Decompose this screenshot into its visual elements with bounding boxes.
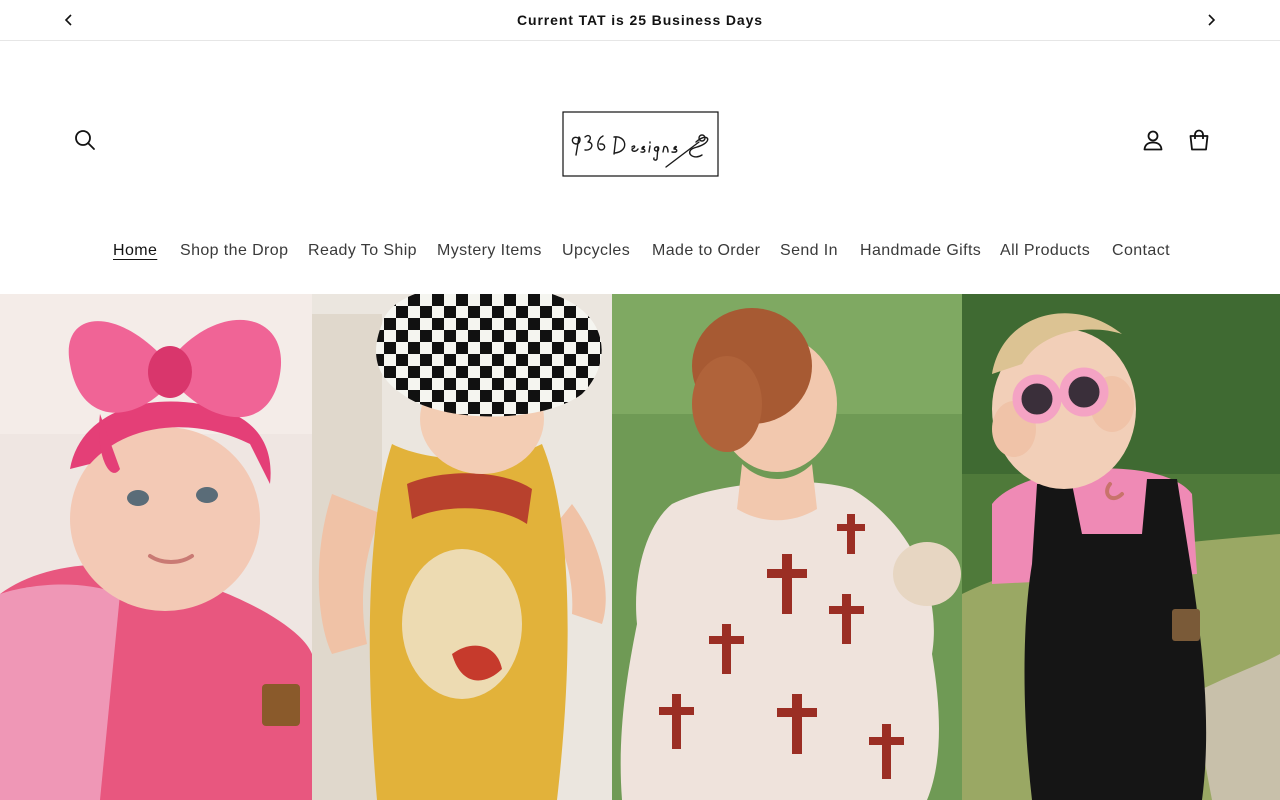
nav-item-mystery-items[interactable]: Mystery Items xyxy=(437,238,542,264)
nav-item-contact[interactable]: Contact xyxy=(1112,238,1170,264)
site-logo[interactable] xyxy=(562,111,719,177)
search-button[interactable] xyxy=(68,123,102,157)
cart-icon xyxy=(1189,129,1209,151)
search-icon xyxy=(75,130,95,150)
nav-item-home[interactable]: Home xyxy=(113,238,157,264)
logo-image xyxy=(562,111,719,177)
account-icon xyxy=(1143,130,1163,151)
nav-item-made-to-order[interactable]: Made to Order xyxy=(652,238,760,264)
announcement-bar: Current TAT is 25 Business Days xyxy=(0,0,1280,41)
site-header: Home Shop the Drop Ready To Ship Mystery… xyxy=(0,41,1280,294)
baby-in-pink-bow-photo xyxy=(0,294,312,800)
toddler-in-overalls-and-pink-glasses-photo xyxy=(962,294,1280,800)
main-navigation: Home Shop the Drop Ready To Ship Mystery… xyxy=(0,238,1280,264)
cart-button[interactable] xyxy=(1182,123,1216,157)
hero-image-banner xyxy=(0,294,1280,800)
nav-item-send-in[interactable]: Send In xyxy=(780,238,838,264)
nav-item-shop-the-drop[interactable]: Shop the Drop xyxy=(180,238,288,264)
nav-item-ready-to-ship[interactable]: Ready To Ship xyxy=(308,238,417,264)
announcement-next-button[interactable] xyxy=(1199,8,1223,32)
announcement-message: Current TAT is 25 Business Days xyxy=(516,12,763,28)
account-button[interactable] xyxy=(1136,123,1170,157)
nav-item-handmade-gifts[interactable]: Handmade Gifts xyxy=(860,238,981,264)
nav-item-upcycles[interactable]: Upcycles xyxy=(562,238,630,264)
nav-item-all-products[interactable]: All Products xyxy=(1000,238,1090,264)
toddler-in-checkered-headwrap-photo xyxy=(312,294,612,800)
toddler-in-cross-print-dress-photo xyxy=(612,294,962,800)
chevron-right-icon xyxy=(1208,14,1216,26)
